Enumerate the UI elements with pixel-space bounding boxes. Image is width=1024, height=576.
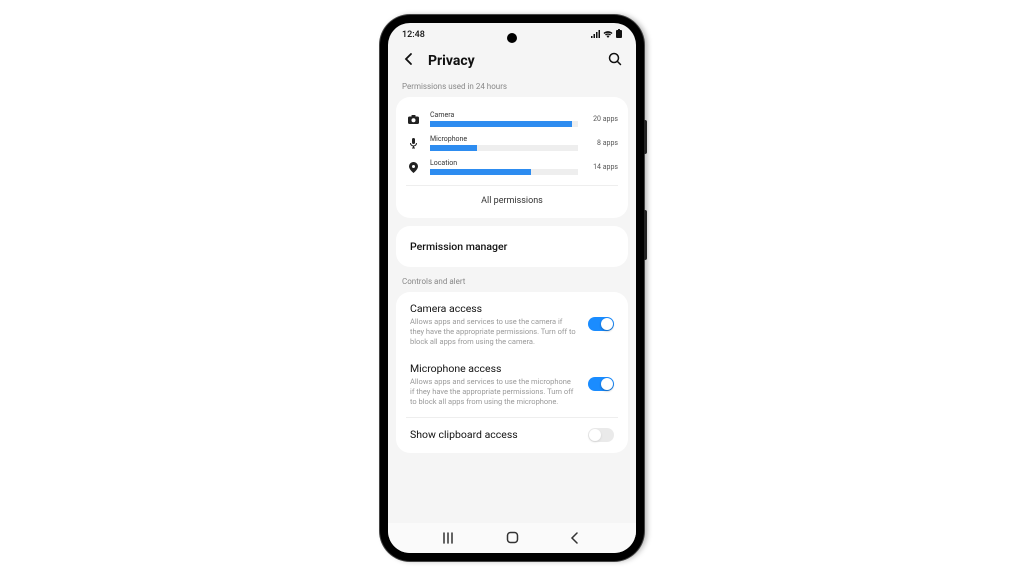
control-title: Microphone access <box>410 362 576 375</box>
clipboard-access-toggle[interactable] <box>588 428 614 442</box>
usage-row-camera[interactable]: Camera 20 apps <box>406 107 618 131</box>
signal-icon <box>591 30 600 41</box>
search-icon[interactable] <box>608 51 622 70</box>
all-permissions-button[interactable]: All permissions <box>406 185 618 208</box>
camera-access-row[interactable]: Camera access Allows apps and services t… <box>406 294 618 354</box>
control-desc: Allows apps and services to use the micr… <box>410 377 576 406</box>
home-icon[interactable] <box>506 529 519 548</box>
volume-button[interactable] <box>644 120 647 154</box>
clipboard-access-row[interactable]: Show clipboard access <box>406 417 618 451</box>
wifi-icon <box>603 30 613 41</box>
app-header: Privacy <box>388 43 636 80</box>
back-nav-icon[interactable] <box>569 529 581 548</box>
content-scroll[interactable]: Permissions used in 24 hours Camera 20 a… <box>388 80 636 525</box>
recents-icon[interactable] <box>443 529 457 548</box>
clock: 12:48 <box>402 30 425 40</box>
navigation-bar <box>388 523 636 553</box>
microphone-icon <box>406 138 420 149</box>
back-icon[interactable] <box>402 51 416 70</box>
control-desc: Allows apps and services to use the came… <box>410 317 576 346</box>
permission-manager-card: Permission manager <box>396 226 628 267</box>
power-button[interactable] <box>644 210 647 260</box>
microphone-access-row[interactable]: Microphone access Allows apps and servic… <box>406 354 618 414</box>
screen: 12:48 Privacy Permissions used in 24 hou… <box>388 23 636 553</box>
location-icon <box>406 162 420 173</box>
usage-bar <box>430 169 531 175</box>
permissions-usage-card: Camera 20 apps Microphone 8 apps <box>396 97 628 218</box>
usage-bar <box>430 121 572 127</box>
usage-row-microphone[interactable]: Microphone 8 apps <box>406 131 618 155</box>
usage-count: 8 apps <box>588 139 618 147</box>
controls-card: Camera access Allows apps and services t… <box>396 292 628 453</box>
usage-section-label: Permissions used in 24 hours <box>388 80 636 97</box>
front-camera <box>507 33 517 43</box>
usage-count: 14 apps <box>588 163 618 171</box>
control-title: Camera access <box>410 302 576 315</box>
camera-access-toggle[interactable] <box>588 317 614 331</box>
usage-count: 20 apps <box>588 115 618 123</box>
usage-label: Location <box>430 159 578 167</box>
battery-icon <box>616 29 622 41</box>
usage-bar <box>430 145 477 151</box>
usage-row-location[interactable]: Location 14 apps <box>406 155 618 179</box>
camera-icon <box>406 115 420 124</box>
usage-label: Camera <box>430 111 578 119</box>
controls-section-label: Controls and alert <box>388 275 636 292</box>
control-title: Show clipboard access <box>410 428 576 441</box>
usage-label: Microphone <box>430 135 578 143</box>
page-title: Privacy <box>428 53 596 69</box>
permission-manager-button[interactable]: Permission manager <box>406 228 618 265</box>
microphone-access-toggle[interactable] <box>588 377 614 391</box>
phone-frame: 12:48 Privacy Permissions used in 24 hou… <box>380 15 644 561</box>
